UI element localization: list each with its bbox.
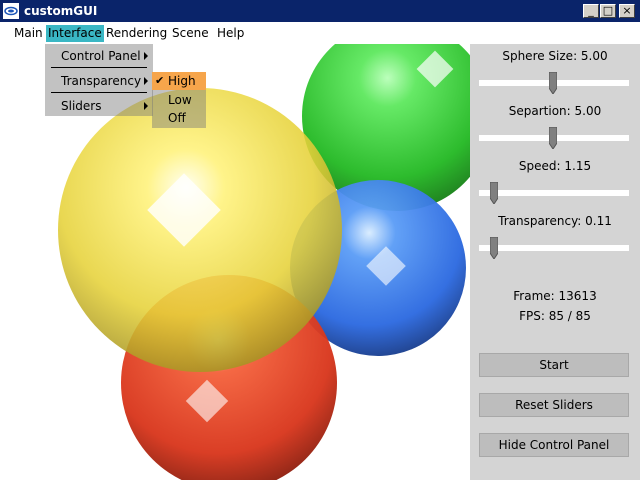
menu-separator: [51, 92, 147, 93]
submenu-item-label: Off: [168, 111, 186, 125]
menu-bar: Main Interface Rendering Scene Help: [0, 22, 640, 44]
menu-separator: [51, 67, 147, 68]
interface-dropdown: Control Panel Transparency Sliders: [45, 44, 153, 116]
submenu-item-low[interactable]: Low: [152, 91, 206, 109]
maximize-icon: □: [602, 4, 614, 17]
sphere-size-slider-thumb[interactable]: [548, 72, 557, 94]
submenu-item-high[interactable]: ✔ High: [152, 72, 206, 90]
close-button[interactable]: ×: [619, 4, 635, 18]
submenu-arrow-icon: [144, 52, 148, 60]
menu-interface[interactable]: Interface: [46, 25, 104, 42]
transparency-submenu: ✔ High Low Off: [152, 72, 206, 128]
separation-slider-thumb[interactable]: [548, 127, 557, 149]
menu-item-control-panel[interactable]: Control Panel: [61, 49, 141, 63]
maximize-button[interactable]: □: [600, 4, 616, 18]
window-title: customGUI: [24, 4, 98, 18]
menu-scene[interactable]: Scene: [170, 25, 211, 42]
speed-slider-thumb[interactable]: [490, 182, 499, 204]
close-icon: ×: [622, 4, 632, 17]
reset-sliders-button[interactable]: Reset Sliders: [479, 393, 629, 417]
title-bar[interactable]: customGUI _ □ ×: [0, 0, 640, 22]
start-button[interactable]: Start: [479, 353, 629, 377]
menu-item-transparency[interactable]: Transparency: [61, 74, 141, 88]
menu-rendering[interactable]: Rendering: [104, 25, 169, 42]
minimize-icon: _: [588, 4, 594, 17]
submenu-item-off[interactable]: Off: [152, 109, 206, 127]
sphere-size-label: Sphere Size: 5.00: [502, 49, 608, 63]
separation-label: Separtion: 5.00: [508, 104, 602, 118]
app-icon: [3, 3, 19, 19]
menu-item-sliders[interactable]: Sliders: [61, 99, 101, 113]
frame-counter: Frame: 13613: [513, 289, 597, 303]
menu-help[interactable]: Help: [215, 25, 246, 42]
checkmark-icon: ✔: [155, 74, 165, 87]
submenu-item-label: High: [168, 74, 196, 88]
submenu-arrow-icon: [144, 77, 148, 85]
submenu-arrow-icon: [144, 102, 148, 110]
hide-control-panel-button[interactable]: Hide Control Panel: [479, 433, 629, 457]
transparency-label: Transparency: 0.11: [498, 214, 612, 228]
submenu-item-label: Low: [168, 93, 192, 107]
minimize-button[interactable]: _: [583, 4, 599, 18]
menu-main[interactable]: Main: [12, 25, 45, 42]
transparency-slider-thumb[interactable]: [490, 237, 499, 259]
control-panel: Sphere Size: 5.00 Separtion: 5.00 Speed:…: [470, 44, 640, 480]
speed-slider-track[interactable]: [479, 190, 629, 196]
speed-label: Speed: 1.15: [518, 159, 592, 173]
fps-readout: FPS: 85 / 85: [519, 309, 591, 323]
transparency-slider-track[interactable]: [479, 245, 629, 251]
